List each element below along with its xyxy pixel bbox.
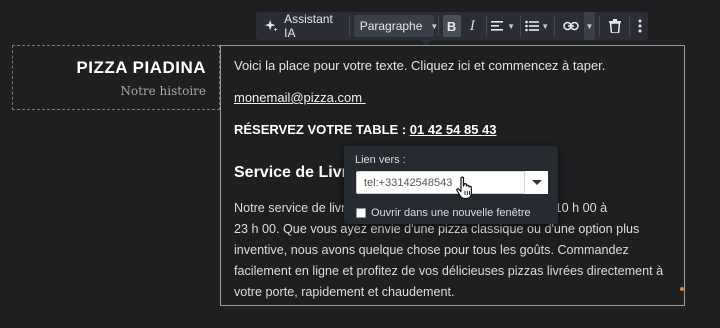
more-options-button[interactable] xyxy=(634,15,645,37)
brand-block[interactable]: PIZZA PIADINA Notre histoire xyxy=(12,45,220,110)
paragraph-style-label: Paragraphe xyxy=(359,19,423,33)
phone-link[interactable]: 01 42 54 85 43 xyxy=(410,122,497,137)
reservation-prefix: RÉSERVEZ VOTRE TABLE : xyxy=(234,122,410,137)
toolbar-divider xyxy=(598,16,600,36)
align-dropdown[interactable]: ▼ xyxy=(491,15,516,37)
toolbar-divider xyxy=(629,16,631,36)
brand-title: PIZZA PIADINA xyxy=(76,58,206,77)
delete-button[interactable] xyxy=(604,15,626,37)
bullet-list-icon xyxy=(525,20,540,32)
delivery-heading[interactable]: Service de Livraison xyxy=(234,164,344,182)
sparkle-icon xyxy=(264,19,278,32)
caret-down-icon xyxy=(531,180,542,185)
new-window-checkbox[interactable] xyxy=(356,208,366,218)
caret-down-icon: ▼ xyxy=(507,21,516,31)
list-dropdown[interactable]: ▼ xyxy=(525,15,550,37)
resize-handle[interactable] xyxy=(680,287,684,291)
toolbar-divider xyxy=(519,16,521,36)
link-popover: Lien vers : tel:+33142548543 Ouvrir dans… xyxy=(344,146,558,224)
hand-pointer-cursor-icon xyxy=(456,176,472,200)
link-button[interactable] xyxy=(559,15,584,37)
new-window-option[interactable]: Ouvrir dans une nouvelle fenêtre xyxy=(356,207,531,219)
paragraph-style-dropdown[interactable]: Paragraphe ▼ xyxy=(353,15,438,37)
trash-icon xyxy=(608,19,621,33)
reservation-line[interactable]: RÉSERVEZ VOTRE TABLE : 01 42 54 85 43 xyxy=(234,122,497,137)
toolbar-divider xyxy=(437,16,439,36)
more-vertical-icon xyxy=(638,19,642,33)
link-icon xyxy=(563,21,580,31)
intro-paragraph[interactable]: Voici la place pour votre texte. Cliquez… xyxy=(234,58,605,73)
link-url-value: tel:+33142548543 xyxy=(364,176,453,189)
link-url-input[interactable]: tel:+33142548543 xyxy=(356,171,536,194)
paragraph-line: votre porte, rapidement et chaudement. xyxy=(234,285,455,299)
caret-down-icon: ▼ xyxy=(585,21,594,31)
align-left-icon xyxy=(491,21,504,31)
email-link[interactable]: monemail@pizza.com xyxy=(234,90,366,105)
brand-tagline[interactable]: Notre histoire xyxy=(120,84,206,98)
toolbar-divider xyxy=(553,16,555,36)
toolbar-divider xyxy=(348,16,350,36)
text-formatting-toolbar: Assistant IA Paragraphe ▼ B I ▼ ▼ ▼ xyxy=(256,12,648,40)
link-to-label: Lien vers : xyxy=(355,154,406,166)
italic-button[interactable]: I xyxy=(464,15,482,37)
ai-assistant-label: Assistant IA xyxy=(284,12,333,40)
ai-assistant-button[interactable]: Assistant IA xyxy=(259,12,345,40)
link-type-dropdown[interactable] xyxy=(524,171,548,194)
paragraph-line: facilement en ligne et profitez de vos d… xyxy=(234,264,664,278)
caret-down-icon: ▼ xyxy=(541,21,550,31)
new-window-label: Ouvrir dans une nouvelle fenêtre xyxy=(371,207,531,219)
link-options-dropdown[interactable]: ▼ xyxy=(584,12,595,40)
paragraph-line: inventive, nous avons quelque chose pour… xyxy=(234,243,629,257)
toolbar-divider xyxy=(485,16,487,36)
bold-button[interactable]: B xyxy=(442,15,461,37)
